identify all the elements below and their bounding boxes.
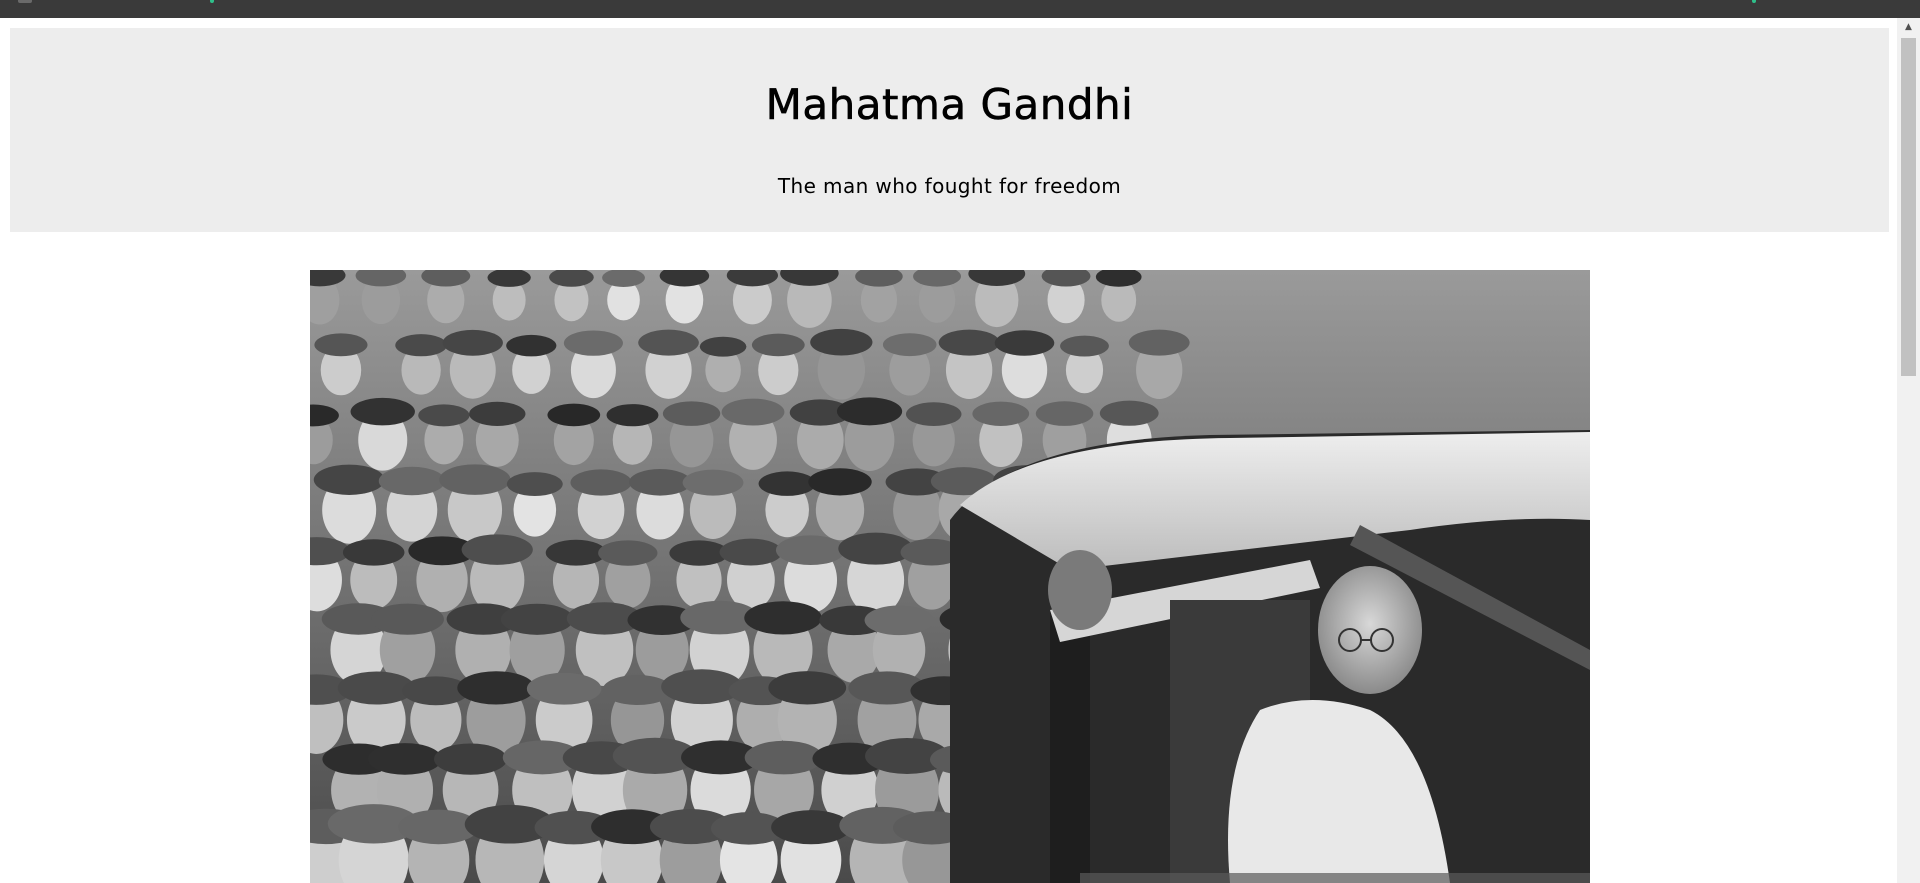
page-content: Mahatma Gandhi The man who fought for fr…: [0, 18, 1897, 883]
page-title: Mahatma Gandhi: [765, 80, 1134, 130]
page-header: Mahatma Gandhi The man who fought for fr…: [10, 28, 1889, 232]
tab-indicator: [210, 0, 214, 3]
tab-indicator: [18, 0, 32, 3]
gandhi-photo: [310, 270, 1590, 883]
scroll-up-arrow-icon[interactable]: ▲: [1897, 18, 1920, 36]
browser-toolbar-strip: [0, 0, 1920, 18]
tab-indicator: [1752, 0, 1756, 3]
page-subtitle: The man who fought for freedom: [777, 174, 1122, 198]
scrollbar-thumb[interactable]: [1901, 38, 1916, 376]
vertical-scrollbar[interactable]: ▲: [1897, 18, 1920, 883]
